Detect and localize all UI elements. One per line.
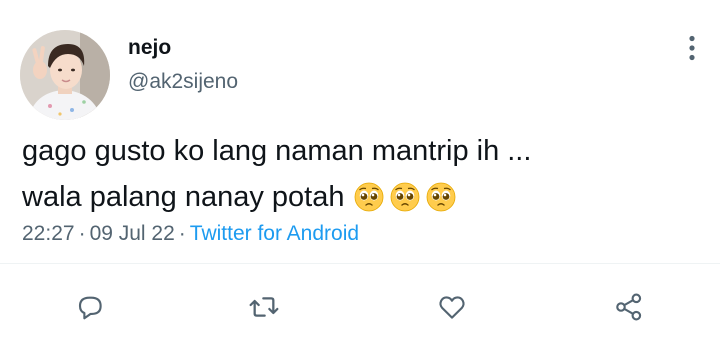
tweet-text-line-2-words: wala palang nanay potah <box>22 181 345 213</box>
like-button[interactable] <box>432 287 472 327</box>
tweet-text: gago gusto ko lang naman mantrip ih ... … <box>22 128 702 220</box>
user-handle[interactable]: @ak2sijeno <box>128 70 238 94</box>
share-button[interactable] <box>609 287 649 327</box>
tweet-source-link[interactable]: Twitter for Android <box>190 222 359 245</box>
tweet-text-line-1: gago gusto ko lang naman mantrip ih ... <box>22 135 532 167</box>
like-icon <box>439 296 465 319</box>
display-name[interactable]: nejo <box>128 36 171 60</box>
divider <box>0 263 720 264</box>
tweet-date[interactable]: 09 Jul 22 <box>90 222 175 245</box>
avatar[interactable] <box>20 30 110 120</box>
tweet-text-line-2: wala palang nanay potah <box>22 174 702 220</box>
pleading-face-emoji-icon <box>427 182 456 212</box>
meta-separator: · <box>178 222 186 245</box>
tweet-card: nejo @ak2sijeno gago gusto ko lang naman… <box>0 0 720 348</box>
profile-photo <box>20 30 110 120</box>
tweet-time[interactable]: 22:27 <box>22 222 75 245</box>
emoji-row <box>354 182 456 212</box>
retweet-icon <box>249 297 279 317</box>
retweet-button[interactable] <box>244 287 284 327</box>
more-vertical-icon <box>689 35 695 61</box>
tweet-meta: 22:27 · 09 Jul 22 · Twitter for Android <box>22 221 359 247</box>
share-icon <box>616 293 642 321</box>
meta-separator: · <box>78 222 86 245</box>
pleading-face-emoji-icon <box>391 182 420 212</box>
more-options-button[interactable] <box>676 30 708 66</box>
reply-button[interactable] <box>70 287 110 327</box>
reply-icon <box>78 296 102 320</box>
pleading-face-emoji-icon <box>355 182 384 212</box>
